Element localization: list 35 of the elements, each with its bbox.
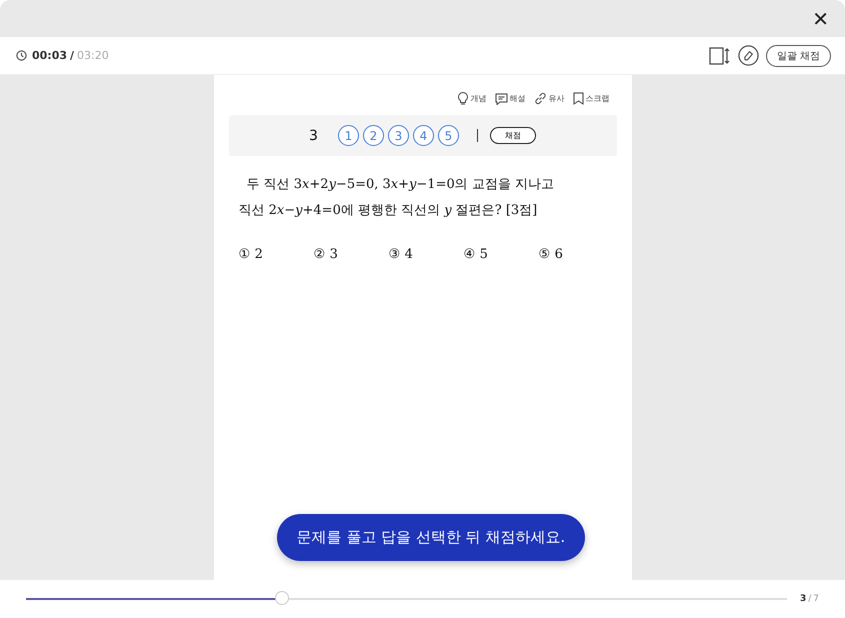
tool-button[interactable]: 개념 [456, 92, 486, 105]
grade-button[interactable]: 채점 [490, 127, 536, 144]
answer-option: ② 3 [314, 246, 388, 262]
tool-button[interactable]: 해설 [494, 92, 526, 105]
question-text: 두 직선 3x+2y−5=0, 3x+y−1=0의 교점을 지나고 [246, 176, 555, 194]
current-page: 3 [800, 594, 806, 604]
comment-icon [494, 92, 508, 104]
bookmark-icon [572, 92, 584, 105]
clock-icon [16, 50, 27, 61]
total-pages: 7 [813, 594, 819, 604]
answer-choice[interactable]: 4 [412, 125, 434, 146]
time-separator: / [70, 49, 74, 62]
page-separator: / [808, 594, 812, 604]
grade-all-button[interactable]: 일괄 채점 [766, 44, 831, 66]
total-time: 03:20 [77, 49, 109, 62]
question-text: 직선 2x−y+4=0에 평행한 직선의 y 절편은? [3점] [238, 202, 538, 220]
answer-choice[interactable]: 2 [362, 125, 384, 146]
progress-handle[interactable] [275, 591, 290, 605]
answer-option: ③ 4 [388, 246, 464, 262]
close-button[interactable]: ✕ [810, 8, 831, 28]
page-height-icon[interactable] [708, 46, 731, 64]
answer-choice[interactable]: 3 [388, 125, 409, 146]
hint-toast: 문제를 풀고 답을 선택한 뒤 채점하세요. [276, 514, 586, 561]
link-icon [534, 92, 546, 105]
answer-option: ⑤ 6 [538, 246, 614, 262]
tool-button[interactable]: 유사 [534, 92, 564, 105]
eraser-icon[interactable] [738, 45, 759, 66]
lightbulb-icon [456, 92, 468, 105]
question-number: 3 [309, 128, 318, 144]
answer-choice[interactable]: 1 [338, 125, 359, 146]
answer-option: ④ 5 [464, 246, 538, 262]
answer-option: ① 2 [238, 246, 314, 262]
tool-button[interactable]: 스크랩 [572, 92, 610, 105]
elapsed-time: 00:03 [32, 49, 68, 62]
answer-choice[interactable]: 5 [438, 125, 459, 146]
